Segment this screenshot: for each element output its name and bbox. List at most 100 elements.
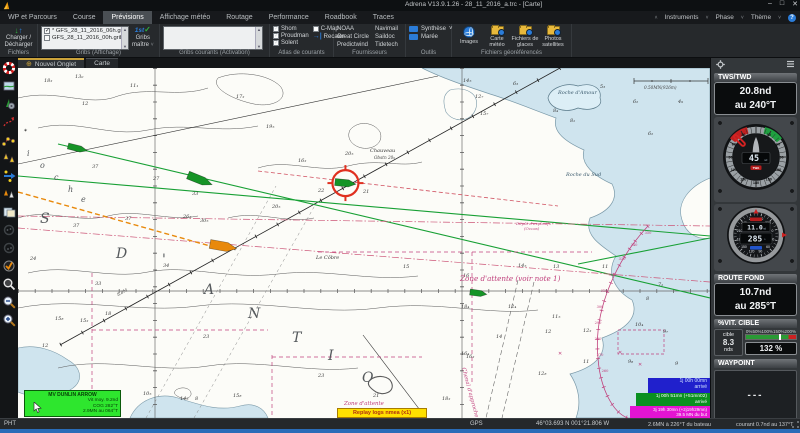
help-icon[interactable]: ? — [788, 13, 796, 22]
atlas-label: Proudman — [281, 33, 309, 39]
georef-label: Images — [459, 39, 479, 45]
compass-degree-label: 290 — [595, 321, 603, 325]
depth-sounding: 9₈ — [628, 359, 633, 365]
georef-images[interactable]: Images — [455, 26, 483, 49]
tool-synthèse[interactable]: Synthèse ˅ — [409, 26, 453, 32]
view-tab-nouvel-onglet[interactable]: ⊕ Nouvel Onglet — [18, 58, 85, 68]
depth-sounding: 14 — [496, 334, 502, 340]
depth-sounding: 8 — [646, 296, 649, 302]
atlas-checkbox-solent[interactable]: ✓ Solent — [273, 40, 309, 46]
gribs-maitre-button[interactable]: 1st✓ Gribs maître ˅ — [132, 26, 154, 49]
zoom-in-icon[interactable] — [1, 312, 17, 328]
ais-vessel[interactable] — [469, 288, 488, 297]
replay-logs-button[interactable]: Replay logs nmea (x1) — [337, 408, 427, 418]
georef-photos-satellites[interactable]: Photos satellites — [539, 25, 567, 49]
depth-sounding: 6₃ — [513, 81, 518, 87]
depth-sounding: 13 — [553, 264, 559, 270]
percent-speed-bar — [744, 334, 797, 340]
status-relative-bearing: 2.6MN à 226°T du bateau — [648, 421, 711, 428]
provider-noaa[interactable]: NOAA — [337, 26, 369, 32]
grib-item[interactable]: ✓ * GFS_28_11_2016_06h.grib2 — [42, 27, 128, 34]
gear-icon[interactable] — [716, 59, 725, 69]
menu-phase[interactable]: Phase — [715, 14, 733, 21]
svg-text:150: 150 — [740, 177, 746, 181]
life-ring-icon[interactable] — [1, 60, 17, 76]
zoom-out-icon[interactable] — [1, 294, 17, 310]
routing-result-blue[interactable]: 1j 00h 00mn arrivé — [648, 378, 710, 393]
chart-label: (Occas) — [524, 226, 540, 231]
gribs-courants-list[interactable]: ▲ ▼ — [163, 26, 263, 50]
menu-theme[interactable]: Thème — [751, 14, 771, 21]
grib-list[interactable]: ▲ ▼ ✓ * GFS_28_11_2016_06h.grib2 GFS_28_11_… — [41, 26, 129, 50]
routing-result-magenta[interactable]: 3j 19h 30mn (+2j19h29mn) 39.5 MN du but — [630, 406, 710, 418]
route-icon[interactable] — [1, 114, 17, 130]
grib-item[interactable]: GFS_28_11_2016_00h.grib2 — [42, 34, 128, 41]
start-line-icon[interactable] — [1, 168, 17, 184]
depth-sounding: 5₃ — [600, 84, 605, 90]
depth-sounding: 15 — [403, 264, 409, 270]
atlas-checkbox-shom[interactable]: ✓ Shom — [273, 26, 309, 32]
provider-navimail[interactable]: Navimail — [375, 26, 398, 32]
svg-text:60: 60 — [776, 143, 780, 147]
ais-vessel[interactable] — [66, 142, 89, 153]
status-current: courant 0.7nd au 137°T — [736, 421, 794, 428]
menu-tab-wp-et-parcours[interactable]: WP et Parcours — [0, 11, 65, 24]
percent-speed-value: 132 % — [744, 342, 797, 355]
georef-carte-météo[interactable]: Carte météo — [483, 25, 511, 49]
compass-check-icon[interactable] — [1, 258, 17, 274]
resize-grip[interactable] — [792, 421, 799, 428]
depth-contours — [18, 73, 539, 399]
tws-twd-value: 20.8nd au 240°T — [714, 82, 797, 115]
grib-label: GFS_28_11_2016_00h.grib2 — [52, 35, 127, 41]
provider-tidetech[interactable]: Tidetech — [375, 42, 398, 48]
minimize-icon[interactable]: – — [768, 0, 772, 8]
ais-vessel[interactable] — [208, 239, 238, 252]
chart-area[interactable]: 18₂ 13₀ 11₁ 12 17₂ 19₅ 37 27 33 37 37 24 26₅ 30₅ 34 33 1… — [18, 68, 710, 418]
provider-predictwind[interactable]: Predictwind — [337, 42, 369, 48]
status-mode: PHT — [4, 421, 16, 427]
menu-tab-routage[interactable]: Routage — [218, 11, 260, 24]
georef-fichiers-de-glaces[interactable]: Fichiers de glaces — [511, 25, 539, 49]
chart-label: I — [327, 348, 334, 364]
svg-text:30: 30 — [741, 133, 745, 137]
depth-sounding: 8₁ — [570, 118, 575, 124]
boat-settings-icon[interactable] — [1, 96, 17, 112]
circle-a-icon[interactable] — [1, 222, 17, 238]
fleet-icon[interactable] — [1, 186, 17, 202]
menu-tab-traces[interactable]: Traces — [365, 11, 402, 24]
provider-great-circle[interactable]: Great Circle — [337, 34, 369, 40]
vit-cible-gauge: cible 8.3 nds 0% 50% 100% 150% 200% 132 % — [714, 329, 797, 356]
view-tab-carte[interactable]: Carte — [86, 58, 118, 68]
ais-vessel[interactable] — [334, 178, 357, 188]
depth-sounding: 17₂ — [236, 94, 244, 100]
chart-label: h — [68, 185, 73, 194]
routing-result-green[interactable]: 1j 00h 51mn (+51mn02) arrivé — [636, 393, 710, 406]
menu-tab-pr-visions[interactable]: Prévisions — [103, 11, 152, 24]
ais-vessel[interactable] — [186, 170, 213, 186]
group-caption-atlas: Atlas de courants — [278, 50, 325, 56]
menu-tab-affichage-m-t-o[interactable]: Affichage météo — [152, 11, 218, 24]
chart-label: ✕ — [638, 362, 642, 368]
menu-icon[interactable] — [786, 60, 795, 68]
menu-tab-roadbook[interactable]: Roadbook — [317, 11, 365, 24]
menu-instruments[interactable]: Instruments — [665, 14, 699, 21]
grib-list-scrollbar[interactable]: ▲ ▼ — [121, 27, 128, 49]
menu-tab-course[interactable]: Course — [65, 11, 104, 24]
menu-tab-performance[interactable]: Performance — [261, 11, 317, 24]
marks-icon[interactable] — [1, 150, 17, 166]
chart-icon[interactable] — [1, 78, 17, 94]
depth-sounding: 12₂ — [583, 328, 591, 334]
provider-saildoc[interactable]: Saildoc — [375, 34, 398, 40]
ais-info-box[interactable]: MV DUNLIN ARROW Vit moy. 9.2nd COG 282°T 2… — [24, 390, 121, 417]
chart-pages-icon[interactable] — [1, 204, 17, 220]
maximize-icon[interactable]: □ — [780, 0, 784, 8]
tool-marée[interactable]: Marée — [409, 34, 448, 40]
close-icon[interactable]: ✕ — [792, 0, 798, 8]
collapse-ribbon-icon[interactable]: ˄ — [655, 15, 658, 21]
zoom-window-icon[interactable] — [1, 276, 17, 292]
circle-b-icon[interactable] — [1, 240, 17, 256]
atlas-checkbox-proudman[interactable]: ✓ Proudman — [273, 33, 309, 39]
gribs-courants-scrollbar[interactable]: ▲ ▼ — [255, 27, 262, 49]
ribbon-group-geo: Images Carte météo Fichiers de glaces Photo… — [452, 24, 572, 57]
marks-path-icon[interactable] — [1, 132, 17, 148]
